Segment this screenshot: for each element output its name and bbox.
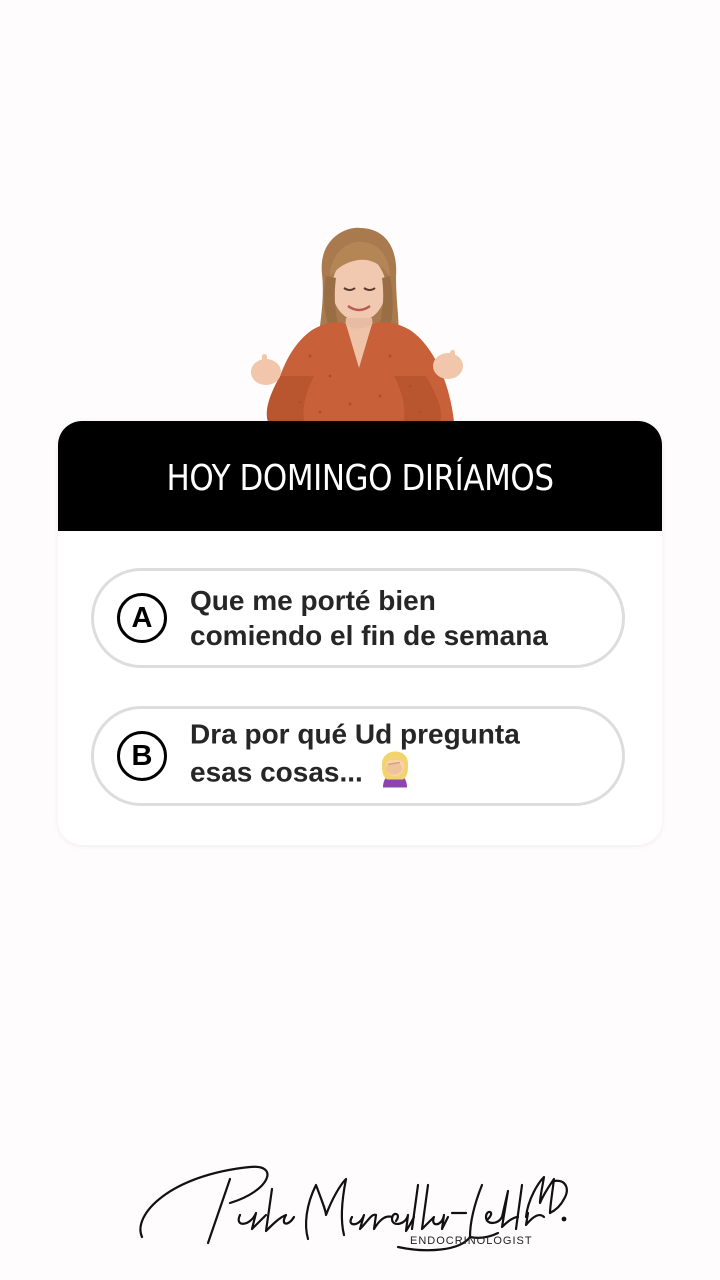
option-b-line-2-wrap: esas cosas... (190, 751, 520, 796)
quiz-title: HOY DOMINGO DIRÍAMOS (166, 457, 554, 499)
option-b-line-1: Dra por qué Ud pregunta (190, 718, 520, 750)
option-text-b: Dra por qué Ud pregunta esas cosas... (190, 717, 520, 796)
woman-photo (251, 227, 463, 422)
quiz-option-a[interactable]: A Que me porté bien comiendo el fin de s… (91, 568, 625, 668)
option-a-line-2: comiendo el fin de semana (190, 620, 548, 651)
option-letter-b: B (117, 731, 167, 781)
quiz-header: HOY DOMINGO DIRÍAMOS (58, 421, 662, 531)
option-b-line-2: esas cosas... (190, 756, 363, 788)
option-text-a: Que me porté bien comiendo el fin de sem… (190, 583, 548, 653)
quiz-sticker: HOY DOMINGO DIRÍAMOS A Que me porté bien… (58, 421, 662, 845)
quiz-option-b[interactable]: B Dra por qué Ud pregunta esas cosas... (91, 706, 625, 806)
signature-subtitle: ENDOCRINOLOGIST (410, 1235, 533, 1247)
option-a-line-1: Que me porté bien (190, 585, 436, 616)
option-letter-a: A (117, 593, 167, 643)
woman-facepalming-emoji-icon (375, 751, 415, 796)
